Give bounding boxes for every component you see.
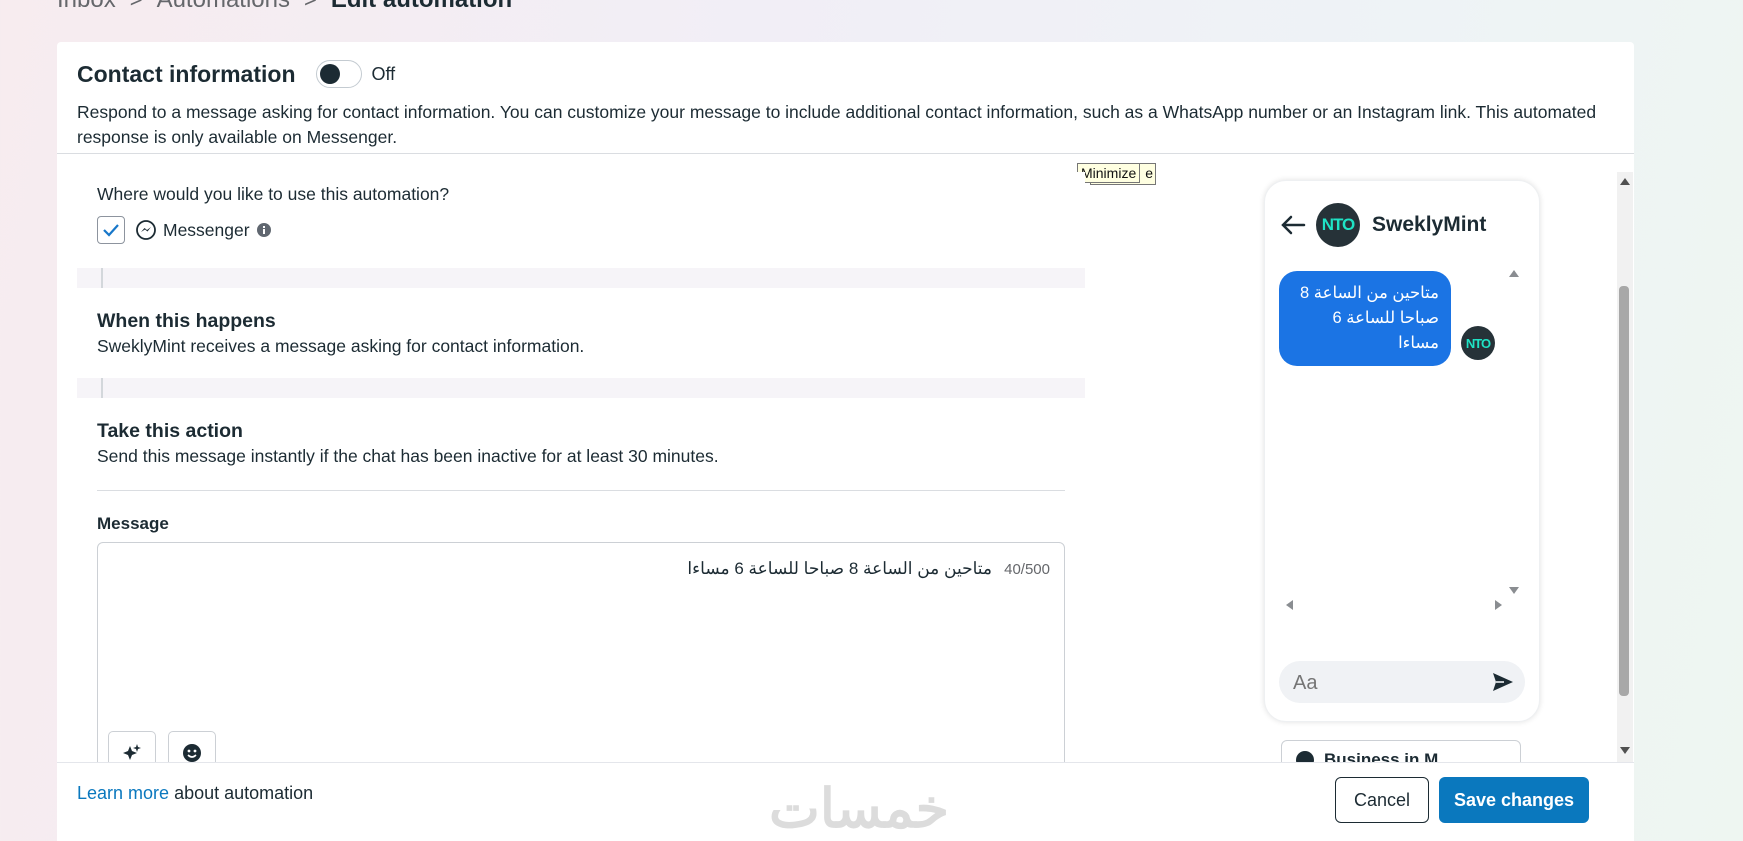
action-heading: Take this action bbox=[97, 420, 243, 442]
business-icon bbox=[1296, 751, 1314, 762]
messenger-icon bbox=[136, 220, 156, 240]
trigger-text: SweklyMint receives a message asking for… bbox=[97, 336, 585, 356]
action-divider bbox=[97, 490, 1065, 491]
action-card: Take this action Send this message insta… bbox=[77, 398, 1085, 762]
trigger-card: When this happens SweklyMint receives a … bbox=[77, 288, 1085, 378]
automation-steps: Where would you like to use this automat… bbox=[77, 172, 1085, 762]
sparkle-icon bbox=[123, 744, 141, 760]
step-connector bbox=[101, 378, 103, 398]
learn-more-text: Learn more about automation bbox=[77, 783, 313, 804]
messenger-preview: NTO SweklyMint متاحين من الساعة 8 صباحا … bbox=[1107, 172, 1634, 762]
messenger-checkbox[interactable] bbox=[97, 216, 125, 244]
action-text: Send this message instantly if the chat … bbox=[97, 446, 719, 466]
breadcrumb-current: Edit automation bbox=[331, 0, 512, 14]
footer-bar: Learn more about automation خمسات Cancel… bbox=[57, 762, 1634, 841]
learn-more-suffix: about automation bbox=[169, 783, 314, 803]
send-icon[interactable] bbox=[1491, 670, 1515, 694]
chat-vertical-scrollbar[interactable] bbox=[1507, 267, 1521, 597]
character-counter: 40/500 bbox=[1004, 561, 1050, 578]
step-connector bbox=[101, 268, 103, 288]
composer-input[interactable] bbox=[1291, 661, 1475, 705]
business-button-label: Business in M... bbox=[1324, 750, 1453, 762]
emoji-icon bbox=[183, 744, 201, 762]
scroll-up-icon bbox=[1620, 178, 1630, 185]
automation-editor-panel: Contact information Off Respond to a mes… bbox=[57, 42, 1634, 841]
page-name: SweklyMint bbox=[1372, 213, 1487, 236]
chat-header: NTO SweklyMint bbox=[1280, 203, 1486, 247]
toggle-knob bbox=[319, 64, 340, 84]
back-arrow-icon[interactable] bbox=[1280, 214, 1306, 236]
page-title: Contact information bbox=[77, 60, 296, 87]
message-bubble: متاحين من الساعة 8 صباحا للساعة 6 مساءا bbox=[1279, 271, 1451, 366]
scroll-down-icon bbox=[1509, 587, 1519, 594]
toggle-status-label: Off bbox=[371, 63, 396, 84]
chat-composer bbox=[1279, 661, 1525, 705]
cancel-button[interactable]: Cancel bbox=[1335, 777, 1429, 823]
watermark-logo: خمسات bbox=[769, 779, 950, 839]
learn-more-link[interactable]: Learn more bbox=[77, 783, 169, 803]
automation-header: Contact information Off Respond to a mes… bbox=[77, 60, 1597, 150]
check-icon bbox=[103, 224, 119, 237]
breadcrumb: Inbox > Automations > Edit automation bbox=[57, 0, 512, 14]
emoji-button[interactable] bbox=[168, 731, 216, 762]
breadcrumb-inbox[interactable]: Inbox bbox=[57, 0, 116, 14]
chat-horizontal-scrollbar[interactable] bbox=[1283, 598, 1505, 612]
info-icon[interactable] bbox=[256, 222, 272, 238]
trigger-heading: When this happens bbox=[97, 310, 276, 332]
message-label: Message bbox=[97, 514, 169, 533]
page-avatar: NTO bbox=[1316, 203, 1360, 247]
where-card: Where would you like to use this automat… bbox=[77, 172, 1085, 268]
automation-description: Respond to a message asking for contact … bbox=[77, 102, 1597, 147]
message-textarea[interactable]: متاحين من الساعة 8 صباحا للساعة 6 مساءا … bbox=[97, 542, 1065, 762]
scroll-left-icon bbox=[1286, 600, 1293, 610]
scroll-down-icon bbox=[1620, 747, 1630, 754]
scroll-thumb[interactable] bbox=[1619, 286, 1629, 696]
breadcrumb-separator: > bbox=[304, 0, 317, 13]
phone-mockup: NTO SweklyMint متاحين من الساعة 8 صباحا … bbox=[1264, 180, 1540, 722]
header-divider bbox=[57, 153, 1634, 154]
messenger-label: Messenger bbox=[163, 219, 250, 240]
preview-scrollbar[interactable] bbox=[1617, 172, 1633, 762]
where-question: Where would you like to use this automat… bbox=[97, 184, 450, 204]
sender-avatar: NTO bbox=[1461, 326, 1495, 360]
automation-toggle[interactable] bbox=[315, 60, 362, 88]
save-changes-button[interactable]: Save changes bbox=[1439, 777, 1589, 823]
scroll-right-icon bbox=[1495, 600, 1502, 610]
scroll-up-icon bbox=[1509, 270, 1519, 277]
breadcrumb-separator: > bbox=[130, 0, 143, 13]
business-inbox-button[interactable]: Business in M... bbox=[1281, 740, 1521, 762]
message-text[interactable]: متاحين من الساعة 8 صباحا للساعة 6 مساءا bbox=[687, 559, 992, 579]
breadcrumb-automations[interactable]: Automations bbox=[157, 0, 290, 14]
ai-sparkle-button[interactable] bbox=[108, 731, 156, 762]
